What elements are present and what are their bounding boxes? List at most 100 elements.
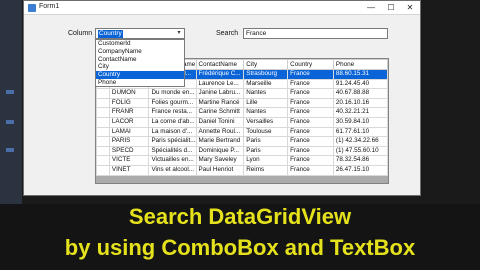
row-header[interactable] [96, 88, 110, 99]
table-cell[interactable]: Folies gourm... [148, 97, 197, 109]
column-dropdown-list[interactable]: CustomerId CompanyName ContactName City Coun… [95, 39, 185, 87]
table-cell[interactable]: 61.77.61.10 [332, 126, 388, 138]
row-header[interactable] [96, 126, 110, 138]
table-cell[interactable]: Lyon [243, 155, 289, 166]
dropdown-option[interactable]: ContactName [96, 56, 184, 64]
row-header[interactable] [96, 136, 110, 147]
row-header[interactable] [96, 97, 110, 109]
table-cell[interactable]: Marseille [243, 78, 289, 90]
column-header[interactable]: Country [287, 59, 334, 70]
table-cell[interactable]: Vins et alcool... [148, 164, 197, 176]
table-cell[interactable]: France [287, 164, 334, 176]
table-cell[interactable]: France [287, 88, 334, 99]
table-cell[interactable]: PARIS [108, 136, 150, 147]
row-header[interactable] [96, 164, 110, 176]
table-cell[interactable]: Laurence Le... [195, 78, 245, 90]
table-cell[interactable]: (1) 47.55.60.10 [332, 145, 388, 157]
table-cell[interactable]: LAMAI [108, 126, 150, 138]
dropdown-option[interactable]: Country [96, 71, 184, 79]
table-cell[interactable]: 91.24.45.40 [332, 78, 388, 90]
table-cell[interactable]: France [287, 155, 334, 166]
table-cell[interactable]: Versailles [243, 116, 289, 128]
table-cell[interactable]: Frédérique C... [195, 69, 245, 80]
form-window: Form1 — ☐ ✕ Column Country ▾ Search Fran… [23, 0, 421, 196]
table-cell[interactable]: VICTE [108, 155, 150, 166]
minimize-button[interactable]: — [362, 1, 380, 14]
table-cell[interactable]: France [287, 107, 334, 118]
table-cell[interactable]: Carine Schmitt [195, 107, 245, 118]
row-header[interactable] [96, 155, 110, 166]
table-cell[interactable]: Lille [243, 97, 289, 109]
dropdown-option[interactable]: CompanyName [96, 48, 184, 56]
column-header[interactable]: Phone [332, 59, 388, 70]
table-cell[interactable]: 40.32.21.21 [332, 107, 388, 118]
table-cell[interactable]: 26.47.15.10 [332, 164, 388, 176]
table-row[interactable]: FRANR France resta... Carine Schmitt Nantes… [96, 107, 388, 118]
table-cell[interactable]: Paris [243, 145, 289, 157]
table-cell[interactable]: Dominique P... [195, 145, 245, 157]
table-cell[interactable]: La corne d'ab... [148, 116, 197, 128]
table-cell[interactable]: France [287, 78, 334, 90]
table-cell[interactable]: 88.60.15.31 [332, 69, 388, 80]
table-cell[interactable]: Paris [243, 136, 289, 147]
table-cell[interactable]: 20.16.10.16 [332, 97, 388, 109]
dropdown-option[interactable]: Phone [96, 79, 184, 87]
table-cell[interactable]: France resta... [148, 107, 197, 118]
close-button[interactable]: ✕ [401, 1, 419, 14]
dropdown-option[interactable]: CustomerId [96, 40, 184, 48]
table-cell[interactable]: France [287, 97, 334, 109]
table-cell[interactable]: DUMON [108, 88, 150, 99]
table-cell[interactable]: Janine Labru... [195, 88, 245, 99]
row-header[interactable] [96, 116, 110, 128]
table-cell[interactable]: SPECD [108, 145, 150, 157]
table-cell[interactable]: 30.59.84.10 [332, 116, 388, 128]
search-input[interactable]: France [243, 28, 388, 39]
table-cell[interactable]: Paris spécialit... [148, 136, 197, 147]
table-cell[interactable]: Nantes [243, 88, 289, 99]
table-cell[interactable]: Daniel Tonini [195, 116, 245, 128]
table-cell[interactable]: Mary Saveley [195, 155, 245, 166]
table-cell[interactable]: Du monde en... [148, 88, 197, 99]
table-cell[interactable]: La maison d'... [148, 126, 197, 138]
table-cell[interactable]: Strasbourg [243, 69, 289, 80]
table-cell[interactable]: Marie Bertrand [195, 136, 245, 147]
table-row[interactable]: PARIS Paris spécialit... Marie Bertrand Par… [96, 136, 388, 147]
table-cell[interactable]: FRANR [108, 107, 150, 118]
table-cell[interactable]: France [287, 145, 334, 157]
table-row[interactable]: FOLIG Folies gourm... Martine Rancé Lille Fr… [96, 97, 388, 109]
column-combobox[interactable]: Country ▾ [95, 28, 185, 39]
row-header[interactable] [96, 107, 110, 118]
table-cell[interactable]: France [287, 126, 334, 138]
dropdown-option[interactable]: City [96, 63, 184, 71]
table-cell[interactable]: France [287, 116, 334, 128]
maximize-button[interactable]: ☐ [382, 1, 400, 14]
title-bar[interactable]: Form1 — ☐ ✕ [24, 1, 420, 15]
table-cell[interactable]: Toulouse [243, 126, 289, 138]
table-cell[interactable]: France [287, 136, 334, 147]
table-cell[interactable]: 40.67.88.88 [332, 88, 388, 99]
chevron-down-icon[interactable]: ▾ [174, 29, 184, 38]
table-row[interactable]: LACOR La corne d'ab... Daniel Tonini Versai… [96, 116, 388, 128]
table-cell[interactable]: Victuailles en... [148, 155, 197, 166]
table-row[interactable]: DUMON Du monde en... Janine Labru... Nantes… [96, 88, 388, 99]
table-cell[interactable]: Martine Rancé [195, 97, 245, 109]
column-header[interactable]: City [243, 59, 289, 70]
table-row[interactable]: VINET Vins et alcool... Paul Henriot Reims F… [96, 164, 388, 176]
table-cell[interactable]: VINET [108, 164, 150, 176]
table-cell[interactable]: (1) 42.34.22.66 [332, 136, 388, 147]
row-header[interactable] [96, 145, 110, 157]
table-row[interactable]: SPECD Spécialités d... Dominique P... Paris… [96, 145, 388, 157]
table-cell[interactable]: Reims [243, 164, 289, 176]
table-cell[interactable]: Nantes [243, 107, 289, 118]
table-row[interactable]: LAMAI La maison d'... Annette Roul... Toulo… [96, 126, 388, 138]
table-cell[interactable]: Paul Henriot [195, 164, 245, 176]
table-cell[interactable]: Spécialités d... [148, 145, 197, 157]
table-cell[interactable]: 78.32.54.86 [332, 155, 388, 166]
column-header[interactable]: ContactName [195, 59, 245, 70]
table-cell[interactable]: France [287, 69, 334, 80]
table-cell[interactable]: Annette Roul... [195, 126, 245, 138]
table-cell[interactable]: FOLIG [108, 97, 150, 109]
table-row[interactable]: VICTE Victuailles en... Mary Saveley Lyon Fr… [96, 155, 388, 166]
table-cell[interactable]: LACOR [108, 116, 150, 128]
search-label: Search [216, 30, 239, 37]
